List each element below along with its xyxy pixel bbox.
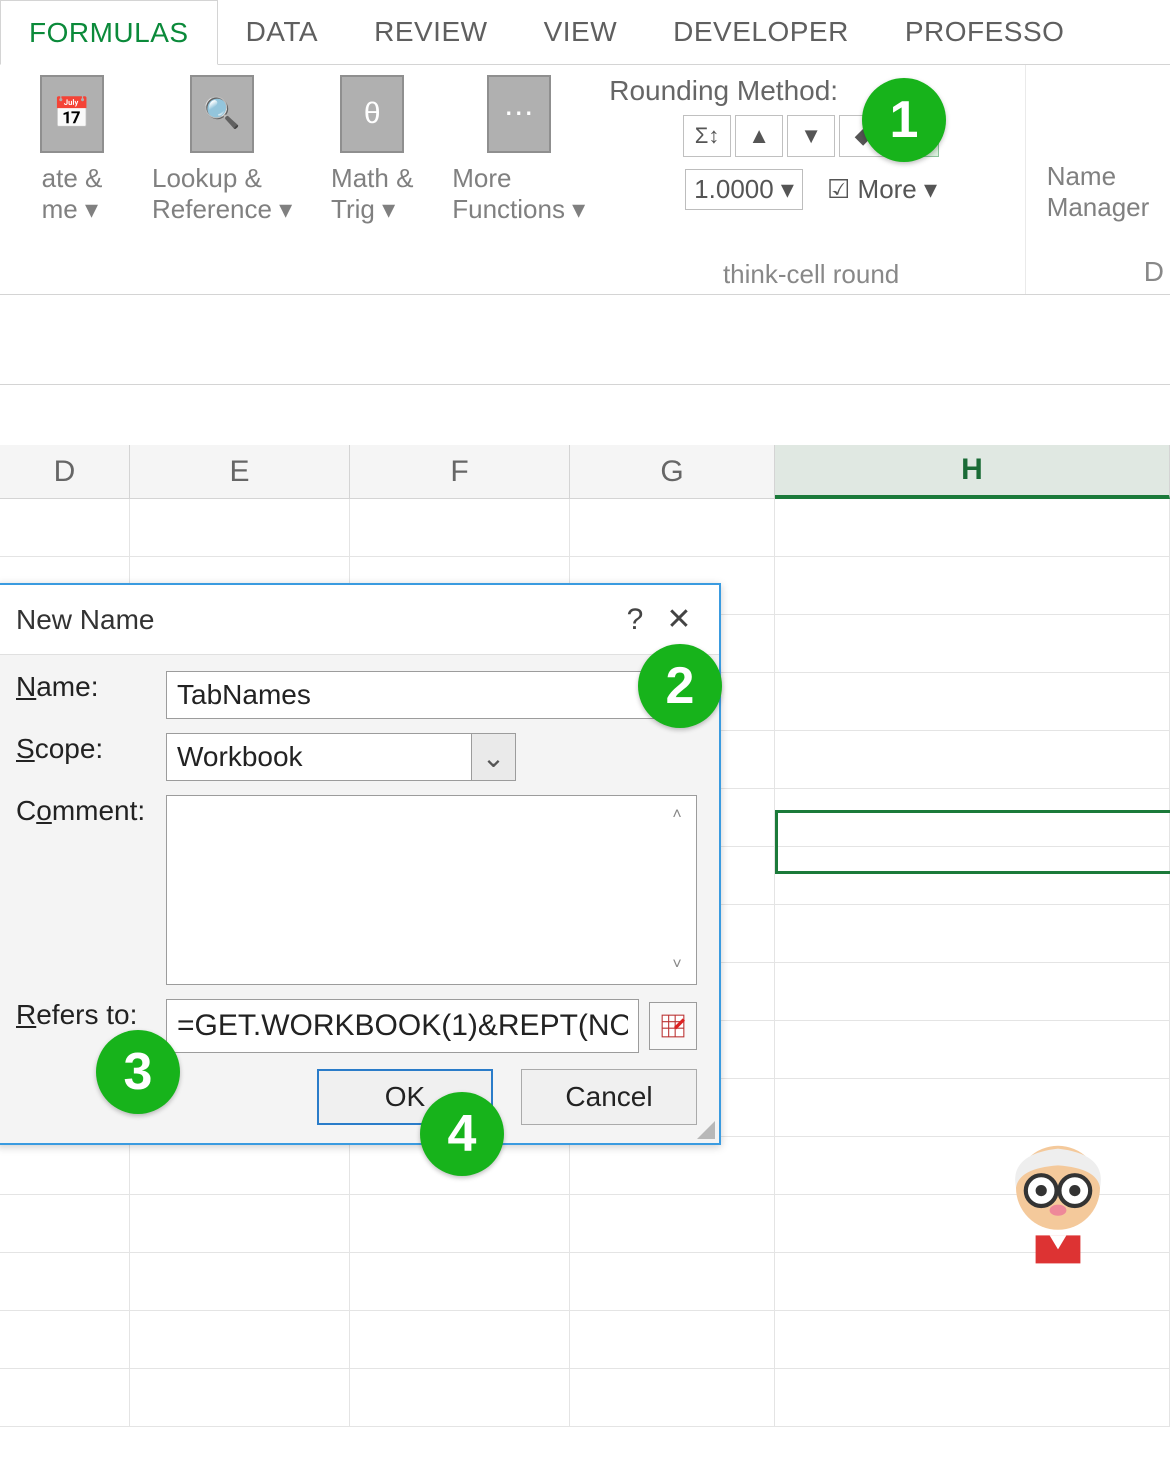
- scope-value: Workbook: [177, 741, 303, 773]
- scope-label: Scope:: [16, 733, 166, 765]
- search-icon: 🔍: [190, 75, 254, 153]
- rounding-more-button[interactable]: ☑ More ▾: [827, 174, 937, 205]
- comment-label: Comment:: [16, 795, 166, 827]
- badge-2: 2: [638, 644, 722, 728]
- name-label: Name:: [16, 671, 166, 703]
- col-d[interactable]: D: [0, 445, 130, 499]
- round-sum-icon[interactable]: Σ↕: [683, 115, 731, 157]
- date-time-button[interactable]: 📅 ate & me ▾: [12, 75, 132, 225]
- name-manager-button[interactable]: Name Manager: [1038, 75, 1158, 223]
- ribbon-body: 📅 ate & me ▾ 🔍 Lookup & Reference ▾ θ Ma…: [0, 65, 1170, 295]
- scroll-up-icon[interactable]: ˄: [664, 802, 690, 828]
- rounding-method-label: Rounding Method:: [609, 75, 838, 107]
- badge-4: 4: [420, 1092, 504, 1176]
- col-e[interactable]: E: [130, 445, 350, 499]
- more-check-icon: ☑: [827, 174, 850, 204]
- cancel-button[interactable]: Cancel: [521, 1069, 697, 1125]
- refers-label: Refers to:: [16, 999, 166, 1031]
- professor-avatar: [988, 1129, 1128, 1269]
- range-picker-button[interactable]: [649, 1002, 697, 1050]
- chevron-down-icon: ⌄: [471, 734, 515, 780]
- dialog-titlebar[interactable]: New Name ? ✕: [0, 585, 719, 655]
- more-functions-label: More Functions ▾: [452, 163, 585, 225]
- formula-bar[interactable]: [0, 295, 1170, 385]
- close-icon[interactable]: ✕: [657, 602, 701, 637]
- col-g[interactable]: G: [570, 445, 775, 499]
- name-input[interactable]: [166, 671, 697, 719]
- round-down-icon[interactable]: ▼: [787, 115, 835, 157]
- math-label: Math & Trig ▾: [331, 163, 413, 225]
- name-manager-label: Name Manager: [1047, 161, 1150, 223]
- more-functions-button[interactable]: ⋯ More Functions ▾: [452, 75, 585, 225]
- badge-1: 1: [862, 78, 946, 162]
- dialog-title-text: New Name: [16, 604, 154, 636]
- badge-3: 3: [96, 1030, 180, 1114]
- calendar-icon: 📅: [40, 75, 104, 153]
- date-time-label: ate & me ▾: [42, 163, 103, 225]
- scope-select[interactable]: Workbook ⌄: [166, 733, 516, 781]
- partial-d-label: D: [1144, 256, 1164, 288]
- lookup-label: Lookup & Reference ▾: [152, 163, 292, 225]
- tab-data[interactable]: DATA: [218, 0, 347, 64]
- rounding-value[interactable]: 1.0000 ▾: [685, 169, 803, 210]
- math-button[interactable]: θ Math & Trig ▾: [312, 75, 432, 225]
- comment-textarea[interactable]: ˄ ˅: [166, 795, 697, 985]
- help-icon[interactable]: ?: [613, 603, 657, 637]
- theta-icon: θ: [340, 75, 404, 153]
- tab-formulas[interactable]: FORMULAS: [0, 0, 218, 65]
- tab-view[interactable]: VIEW: [516, 0, 646, 64]
- round-up-icon[interactable]: ▲: [735, 115, 783, 157]
- col-f[interactable]: F: [350, 445, 570, 499]
- thinkcell-caption: think-cell round: [723, 253, 899, 290]
- col-h-active[interactable]: H: [775, 445, 1170, 499]
- active-cell[interactable]: [775, 810, 1170, 874]
- spreadsheet-icon: [660, 1013, 686, 1039]
- tab-professor[interactable]: PROFESSO: [877, 0, 1093, 64]
- thinkcell-group: Rounding Method: Σ↕ ▲ ▼ ◆ ✖ 1.0000 ▾ ☑ M…: [597, 65, 1026, 294]
- tab-developer[interactable]: DEVELOPER: [645, 0, 877, 64]
- refers-input[interactable]: [166, 999, 639, 1053]
- ribbon-tabs: FORMULAS DATA REVIEW VIEW DEVELOPER PROF…: [0, 0, 1170, 65]
- resize-grip[interactable]: [697, 1121, 715, 1139]
- tab-review[interactable]: REVIEW: [346, 0, 515, 64]
- lookup-button[interactable]: 🔍 Lookup & Reference ▾: [152, 75, 292, 225]
- scroll-down-icon[interactable]: ˅: [664, 952, 690, 978]
- column-headers: D E F G H: [0, 445, 1170, 499]
- ellipsis-icon: ⋯: [487, 75, 551, 153]
